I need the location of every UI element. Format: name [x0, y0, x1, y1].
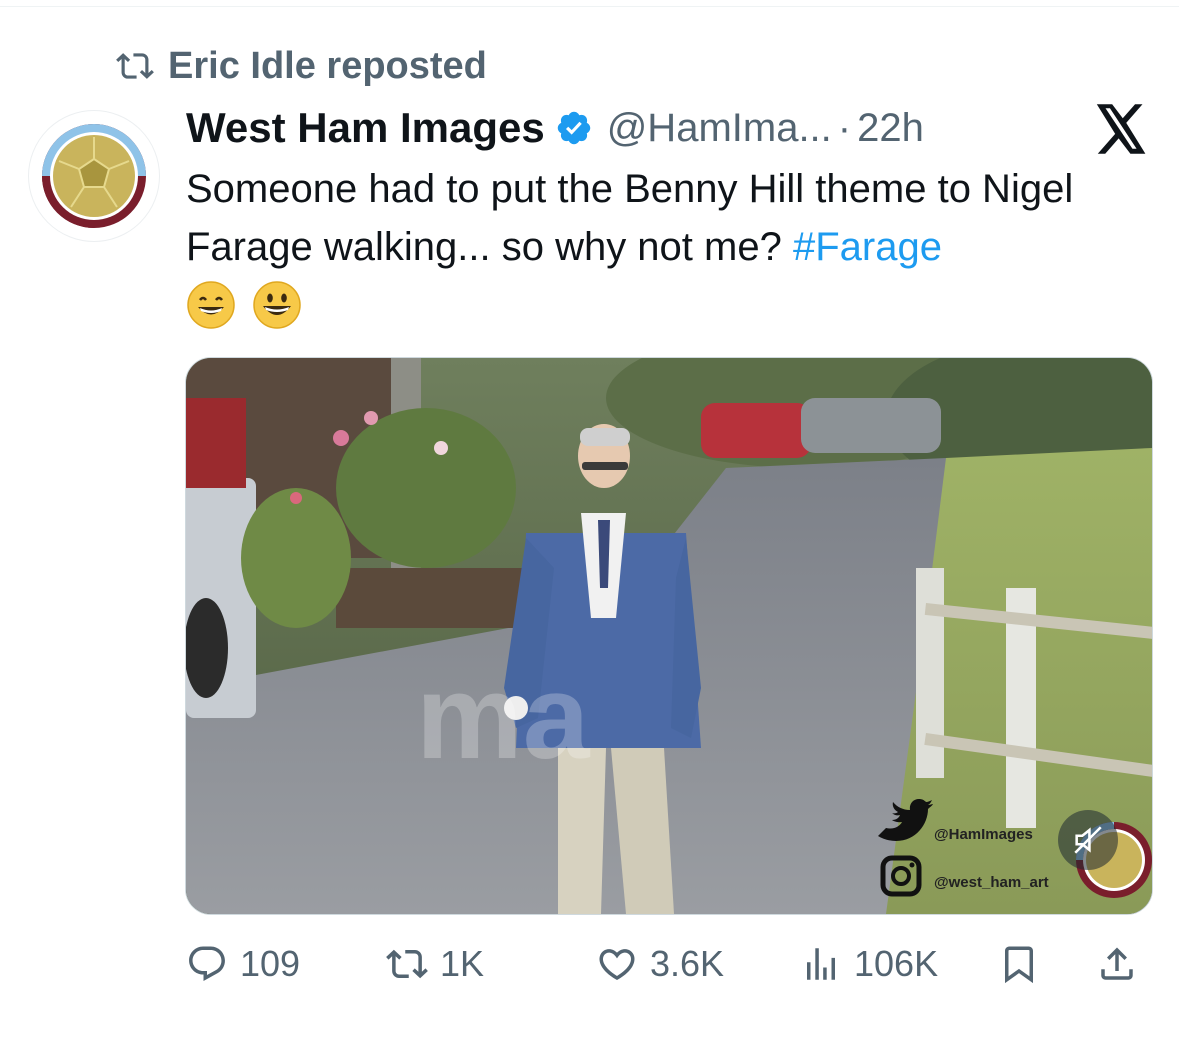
- tweet-body: Someone had to put the Benny Hill theme …: [186, 160, 1146, 276]
- top-divider: [0, 6, 1179, 7]
- tweet-action-bar: 109 1K 3.6K 106K: [186, 936, 1146, 992]
- repost-icon: [116, 53, 154, 79]
- reply-icon: [189, 946, 225, 981]
- x-logo-icon: [1096, 104, 1146, 154]
- like-button[interactable]: 3.6K: [596, 936, 724, 992]
- bookmark-button[interactable]: [998, 936, 1040, 992]
- repost-button[interactable]: 1K: [386, 936, 484, 992]
- views-button[interactable]: 106K: [800, 936, 938, 992]
- share-button[interactable]: [1096, 936, 1138, 992]
- unmute-button[interactable]: [1058, 810, 1118, 870]
- reply-count: 109: [240, 943, 301, 984]
- author-name[interactable]: West Ham Images: [186, 104, 545, 152]
- repost-label: Eric Idle reposted: [168, 44, 487, 87]
- hashtag-link[interactable]: #Farage: [793, 225, 942, 269]
- emoji-row: [186, 280, 302, 330]
- bookmark-icon: [1005, 946, 1033, 984]
- separator-dot: ·: [837, 105, 852, 150]
- watermark-instagram-handle: @west_ham_art: [934, 874, 1049, 891]
- west-ham-logo-icon: [42, 124, 146, 228]
- reply-button[interactable]: 109: [186, 936, 300, 992]
- video-watermark-text: ma: [416, 650, 591, 784]
- author-handle[interactable]: @HamIma...: [607, 106, 832, 151]
- repost-action-icon: [386, 949, 428, 979]
- view-count: 106K: [854, 943, 939, 984]
- analytics-icon: [807, 948, 835, 980]
- tweet-header: West Ham Images @HamIma... · 22h: [186, 98, 924, 158]
- author-avatar[interactable]: [28, 110, 160, 242]
- heart-icon: [599, 949, 635, 981]
- grinning-face-with-smiling-eyes-emoji-icon: [187, 281, 235, 329]
- repost-indicator[interactable]: Eric Idle reposted: [116, 44, 487, 88]
- verified-badge-icon: [557, 111, 590, 145]
- like-count: 3.6K: [650, 943, 725, 984]
- timestamp[interactable]: 22h: [857, 106, 924, 151]
- video-player[interactable]: ma @HamImages @west_ham_art: [185, 357, 1153, 915]
- watermark-twitter-handle: @HamImages: [934, 826, 1033, 843]
- repost-count: 1K: [440, 943, 485, 984]
- share-icon: [1101, 947, 1133, 980]
- grinning-face-emoji-icon: [253, 281, 301, 329]
- muted-speaker-icon: [1074, 826, 1102, 854]
